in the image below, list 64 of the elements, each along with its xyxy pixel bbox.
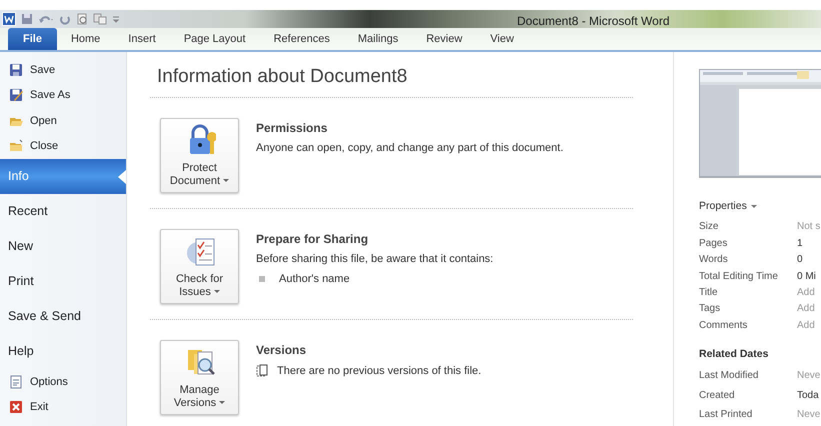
- ribbon-tab[interactable]: Home: [56, 28, 114, 50]
- property-name: Last Printed: [699, 408, 754, 422]
- section-heading: Related Dates: [699, 347, 770, 362]
- ribbon-tab[interactable]: Mailings: [344, 28, 412, 50]
- options-icon: [9, 374, 23, 389]
- window-title: Document8 - Microsoft Word: [517, 13, 670, 30]
- section-title: Versions: [256, 342, 308, 358]
- menu-item[interactable]: Help: [0, 334, 120, 369]
- menu-item[interactable]: Close: [0, 134, 120, 159]
- property-value: 1: [797, 236, 803, 251]
- ribbon-tab[interactable]: Page Layout: [170, 28, 260, 50]
- ribbon-tab[interactable]: Insert: [114, 28, 170, 50]
- section-description: Anyone can open, copy, and change any part of this document.: [256, 140, 564, 156]
- section-note: There are no previous versions of this file.: [277, 364, 482, 378]
- section-title: Prepare for Sharing: [256, 230, 370, 248]
- menu-item[interactable]: Save & Send: [0, 299, 120, 334]
- caret-icon: [223, 178, 230, 183]
- property-value: 0 Mi: [797, 270, 816, 284]
- ribbon-tab[interactable]: Review: [412, 28, 476, 50]
- property-value: Toda: [797, 388, 819, 403]
- caret-icon: [214, 290, 220, 294]
- word-logo-icon[interactable]: [2, 12, 16, 26]
- section-title: Permissions: [256, 120, 328, 136]
- page-heading: Information about Document8: [157, 65, 408, 89]
- save-as-icon: [9, 88, 23, 102]
- property-name: Comments: [699, 318, 748, 333]
- bullet-text: Author's name: [279, 272, 350, 287]
- property-name: Last Modified: [699, 369, 760, 384]
- caret-icon: [219, 400, 226, 405]
- section-heading: Properties: [699, 199, 747, 214]
- close-icon: [9, 400, 23, 414]
- copy-icon[interactable]: [93, 13, 107, 25]
- property-name: Words: [699, 253, 729, 268]
- property-name: Total Editing Time: [699, 270, 779, 284]
- menu-item[interactable]: Exit: [0, 394, 120, 420]
- property-name: Size: [699, 220, 720, 234]
- document-icon: [256, 364, 268, 378]
- bullet-icon: [259, 276, 265, 282]
- menu-item[interactable]: Open: [0, 108, 120, 134]
- print-preview-icon[interactable]: [76, 13, 88, 25]
- menu-item[interactable]: Print: [0, 264, 120, 299]
- folder-icon: [9, 139, 23, 154]
- section-button[interactable]: Check for Issues: [160, 228, 239, 304]
- section-description: Before sharing this file, be aware that it contains:: [256, 252, 494, 266]
- property-name: Tags: [699, 302, 722, 316]
- menu-item[interactable]: New: [0, 229, 120, 264]
- property-name: Created: [699, 388, 736, 403]
- caret-icon: [750, 204, 757, 209]
- undo-icon[interactable]: [38, 13, 54, 25]
- document-preview[interactable]: [699, 69, 821, 178]
- save-icon[interactable]: [21, 13, 33, 25]
- menu-item[interactable]: Options: [0, 369, 120, 394]
- menu-item[interactable]: Save: [0, 57, 120, 82]
- property-name: Pages: [699, 236, 728, 251]
- save-icon: [9, 62, 23, 77]
- property-name: Title: [699, 286, 719, 300]
- section-button[interactable]: Protect Document: [160, 118, 239, 192]
- ribbon-tab[interactable]: View: [476, 28, 528, 50]
- section-button[interactable]: Manage Versions: [160, 340, 239, 414]
- menu-item[interactable]: Recent: [0, 194, 120, 229]
- ribbon-tab[interactable]: References: [260, 28, 344, 50]
- menu-item[interactable]: Save As: [0, 82, 120, 108]
- ribbon-tab[interactable]: File: [8, 28, 57, 50]
- property-value: 0: [797, 253, 803, 268]
